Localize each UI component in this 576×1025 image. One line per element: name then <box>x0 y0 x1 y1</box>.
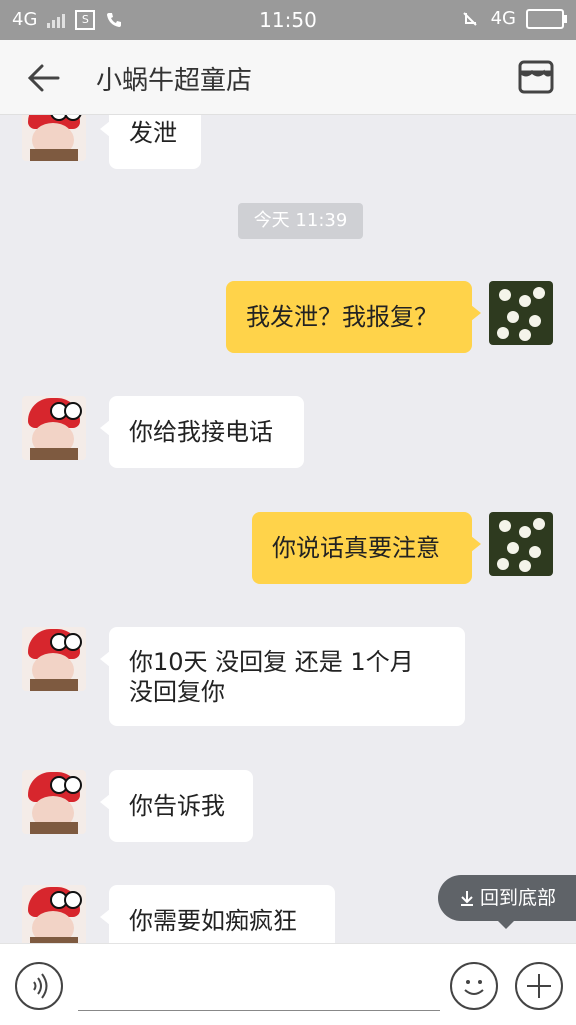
store-button[interactable] <box>516 58 556 96</box>
message-text: 你需要如痴疯狂 <box>129 907 297 935</box>
message-text: 你10天 没回复 还是 1个月 <box>129 648 414 676</box>
message-text: 发泄 <box>129 119 177 147</box>
message-bubble[interactable]: 你需要如痴疯狂 <box>100 885 335 943</box>
message-bubble[interactable]: 你说话真要注意 <box>252 512 481 584</box>
emoji-button[interactable] <box>450 962 498 1010</box>
message-text: 你说话真要注意 <box>272 534 440 562</box>
download-arrow-icon <box>460 891 473 906</box>
page-title: 小蜗牛超童店 <box>96 66 253 96</box>
message-bubble[interactable]: 发泄 <box>100 115 201 169</box>
input-bar <box>0 943 576 1025</box>
user-avatar[interactable] <box>489 512 553 576</box>
vibrate-off-icon <box>462 11 477 26</box>
voice-button[interactable] <box>15 962 63 1010</box>
message-bubble[interactable]: 你给我接电话 <box>100 396 304 468</box>
timestamp-pill: 今天 11:39 <box>238 203 363 239</box>
battery-icon <box>526 8 567 29</box>
store-icon <box>518 60 554 94</box>
shop-avatar[interactable] <box>22 627 86 691</box>
more-button[interactable] <box>515 962 563 1010</box>
plus-icon <box>527 974 551 998</box>
chat-header: 小蜗牛超童店 <box>0 40 576 115</box>
back-button[interactable] <box>24 60 64 96</box>
message-bubble[interactable]: 你10天 没回复 还是 1个月 没回复你 <box>100 627 465 726</box>
status-bar: 4G S 11:50 4G <box>0 0 576 40</box>
network-indicator-right: 4G <box>490 8 516 29</box>
shop-avatar[interactable] <box>22 770 86 834</box>
message-text: 你告诉我 <box>129 792 225 820</box>
shop-avatar[interactable] <box>22 115 86 161</box>
message-bubble[interactable]: 你告诉我 <box>100 770 253 842</box>
user-avatar[interactable] <box>489 281 553 345</box>
shop-avatar[interactable] <box>22 396 86 460</box>
message-text: 没回复你 <box>129 678 225 706</box>
message-input[interactable] <box>78 964 440 1011</box>
shop-avatar[interactable] <box>22 885 86 943</box>
message-text: 我发泄？我报复？ <box>246 303 438 331</box>
back-arrow-icon <box>27 64 60 92</box>
emoji-icon <box>464 980 484 995</box>
message-list[interactable]: 发泄 今天 11:39 我发泄？我报复？ 你给我接电话 你说话真要注意 你10天… <box>0 115 576 943</box>
back-to-bottom-label: 回到底部 <box>479 887 556 909</box>
message-text: 你给我接电话 <box>129 418 273 446</box>
voice-icon <box>33 973 48 999</box>
message-bubble[interactable]: 我发泄？我报复？ <box>226 281 481 353</box>
back-to-bottom-button[interactable]: 回到底部 <box>438 875 576 929</box>
